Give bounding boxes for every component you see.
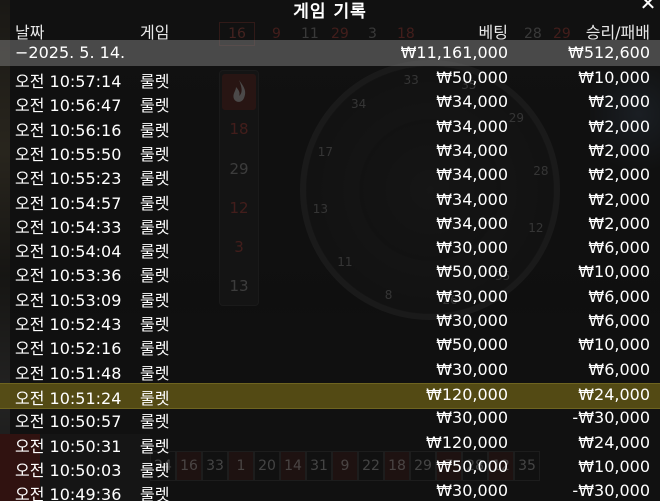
- table-row[interactable]: 오전 10:49:36 룰렛 ₩30,000 -₩30,000: [0, 480, 660, 501]
- summary-result-total: ₩512,600: [568, 43, 650, 62]
- row-result: ₩2,000: [588, 213, 650, 233]
- row-result: -₩30,000: [572, 481, 650, 501]
- column-headers: 날짜 게임 베팅 승리/패배: [0, 16, 660, 42]
- row-result: -₩30,000: [572, 408, 650, 428]
- table-row[interactable]: 오전 10:51:48 룰렛 ₩30,000 ₩6,000: [0, 359, 660, 385]
- row-result: ₩10,000: [578, 456, 650, 476]
- row-result: ₩24,000: [578, 384, 650, 404]
- table-row[interactable]: 오전 10:56:16 룰렛 ₩34,000 ₩2,000: [0, 116, 660, 142]
- row-result: ₩6,000: [588, 286, 650, 306]
- table-row[interactable]: 오전 10:53:36 룰렛 ₩50,000 ₩10,000: [0, 261, 660, 287]
- row-result: ₩2,000: [588, 116, 650, 136]
- row-result: ₩6,000: [588, 311, 650, 330]
- table-row[interactable]: 오전 10:55:23 룰렛 ₩34,000 ₩2,000: [0, 164, 660, 190]
- table-row[interactable]: 오전 10:50:31 룰렛 ₩120,000 ₩24,000: [0, 432, 660, 458]
- table-row[interactable]: 오전 10:56:47 룰렛 ₩34,000 ₩2,000: [0, 91, 660, 117]
- row-result: ₩2,000: [588, 92, 650, 112]
- game-history-overlay: 게임 기록 ✕ 날짜 게임 베팅 승리/패배 −2025. 5. 14. ₩11…: [0, 0, 660, 501]
- row-result: ₩10,000: [578, 68, 650, 87]
- table-row[interactable]: 오전 10:54:57 룰렛 ₩34,000 ₩2,000: [0, 189, 660, 215]
- row-result: ₩2,000: [588, 189, 650, 209]
- table-row[interactable]: 오전 10:55:50 룰렛 ₩34,000 ₩2,000: [0, 140, 660, 166]
- table-row[interactable]: 오전 10:50:03 룰렛 ₩50,000 ₩10,000: [0, 456, 660, 482]
- date-group-summary[interactable]: −2025. 5. 14. ₩11,161,000 ₩512,600: [0, 40, 660, 66]
- table-row[interactable]: 오전 10:52:16 룰렛 ₩50,000 ₩10,000: [0, 334, 660, 360]
- row-result: ₩2,000: [588, 140, 650, 160]
- close-icon[interactable]: ✕: [638, 0, 658, 14]
- table-row[interactable]: 오전 10:54:04 룰렛 ₩30,000 ₩6,000: [0, 237, 660, 263]
- row-result: ₩2,000: [588, 165, 650, 185]
- table-row[interactable]: 오전 10:52:43 룰렛 ₩30,000 ₩6,000: [0, 310, 660, 336]
- row-result: ₩10,000: [578, 262, 650, 282]
- row-result: ₩6,000: [588, 238, 650, 258]
- row-result: ₩6,000: [588, 359, 650, 379]
- table-row[interactable]: 오전 10:53:09 룰렛 ₩30,000 ₩6,000: [0, 286, 660, 312]
- table-row[interactable]: 오전 10:51:24 룰렛 ₩120,000 ₩24,000: [0, 382, 660, 409]
- table-row[interactable]: 오전 10:50:57 룰렛 ₩30,000 -₩30,000: [0, 407, 660, 433]
- row-result: ₩24,000: [578, 432, 650, 452]
- table-row[interactable]: 오전 10:57:14 룰렛 ₩50,000 ₩10,000: [0, 67, 660, 93]
- table-row[interactable]: 오전 10:54:33 룰렛 ₩34,000 ₩2,000: [0, 213, 660, 239]
- row-result: ₩10,000: [578, 335, 650, 355]
